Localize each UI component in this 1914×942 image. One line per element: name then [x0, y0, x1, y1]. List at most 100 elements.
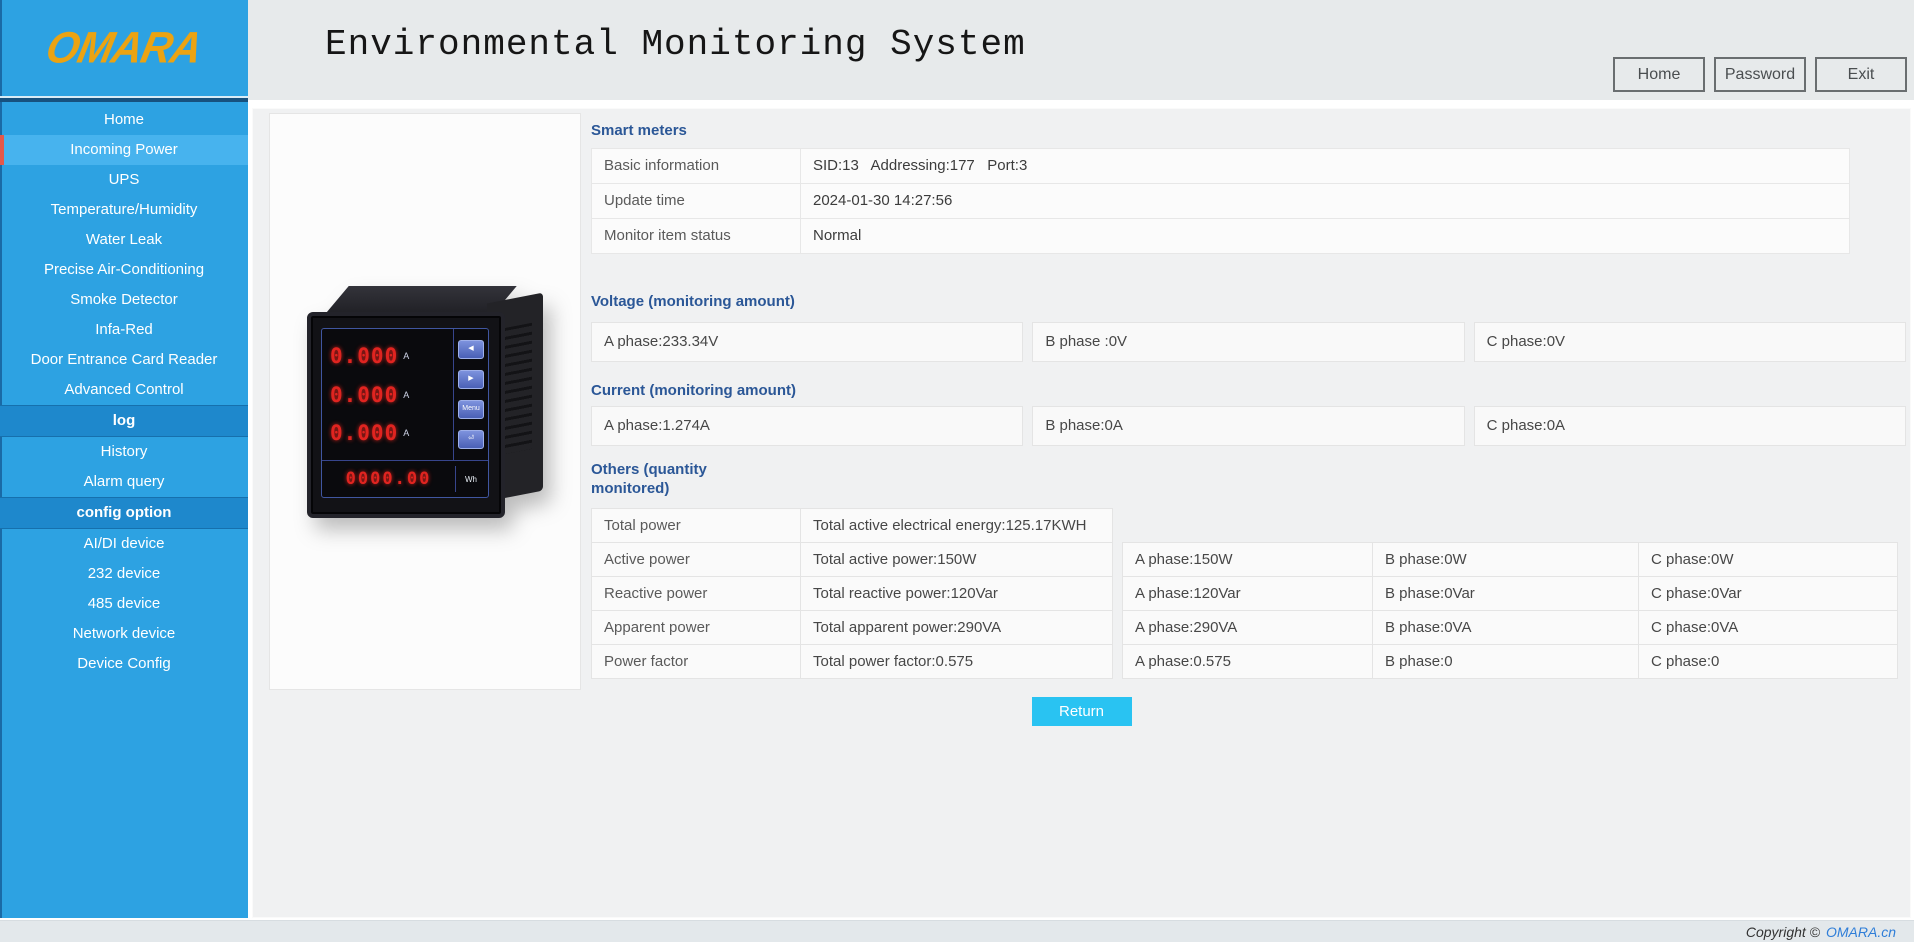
footer: Copyright © OMARA.cn — [0, 920, 1914, 942]
exit-button[interactable]: Exit — [1815, 57, 1907, 92]
others-cell: B phase:0Var — [1372, 576, 1639, 611]
sidebar-item-temperature-humidity[interactable]: Temperature/Humidity — [0, 195, 248, 225]
section-title-voltage: Voltage (monitoring amount) — [591, 293, 795, 310]
sidebar-item-485-device[interactable]: 485 device — [0, 589, 248, 619]
sidebar-item-history[interactable]: History — [0, 437, 248, 467]
table-row: Total power Total active electrical energ… — [591, 508, 1906, 543]
row-label: Monitor item status — [591, 218, 801, 254]
table-row: Monitor item status Normal — [591, 218, 1851, 254]
others-cell: Reactive power — [591, 576, 801, 611]
meter-button-column: ◀ ▶ Menu ⏎ — [453, 329, 488, 460]
others-cell: Total power factor:0.575 — [800, 644, 1113, 679]
table-row: Active power Total active power:150W A pha… — [591, 542, 1906, 577]
return-button[interactable]: Return — [1031, 697, 1132, 726]
amp-unit-label: A — [403, 350, 410, 361]
others-cell: B phase:0 — [1372, 644, 1639, 679]
others-table: Total power Total active electrical energ… — [591, 508, 1906, 679]
omara-site-link[interactable]: OMARA.cn — [1826, 924, 1896, 940]
home-button[interactable]: Home — [1613, 57, 1705, 92]
sidebar-item-ups[interactable]: UPS — [0, 165, 248, 195]
smart-meter-photo: 0.000 A 0.000 A 0.000 A ◀ ▶ Menu ⏎ 0000.00 Wh — [301, 282, 549, 522]
phase-cell: B phase :0V — [1032, 322, 1465, 362]
phase-cell: A phase:1.274A — [591, 406, 1024, 446]
smart-meters-table: Basic information SID:13 Addressing:177 P… — [591, 148, 1851, 254]
sidebar-item-network-device[interactable]: Network device — [0, 619, 248, 649]
others-cell: Total reactive power:120Var — [800, 576, 1113, 611]
copyright-text: Copyright © — [1745, 923, 1820, 940]
meter-wh-label: Wh — [455, 466, 486, 492]
row-label: Basic information — [591, 148, 801, 184]
table-row: Update time 2024-01-30 14:27:56 — [591, 183, 1851, 219]
meter-nav-button-icon: ▶ — [458, 370, 484, 389]
sidebar-item-incoming-power[interactable]: Incoming Power — [0, 135, 248, 165]
cell-spacer — [1113, 542, 1122, 577]
sidebar-item-infa-red[interactable]: Infa-Red — [0, 315, 248, 345]
sidebar-item-config-option[interactable]: config option — [0, 497, 248, 529]
phase-cell: C phase:0V — [1473, 322, 1906, 362]
others-cell: A phase:120Var — [1122, 576, 1373, 611]
others-cell: Total apparent power:290VA — [800, 610, 1113, 645]
sidebar-item-ai-di-device[interactable]: AI/DI device — [0, 529, 248, 559]
seven-segment-digits: 0.000 — [330, 382, 399, 407]
omara-logo: OMARA — [42, 22, 207, 73]
sidebar-item-232-device[interactable]: 232 device — [0, 559, 248, 589]
meter-display: 0.000 A 0.000 A 0.000 A ◀ ▶ Menu ⏎ 0000.00 Wh — [321, 328, 489, 498]
voltage-row: A phase:233.34V B phase :0V C phase:0V — [591, 322, 1906, 362]
phase-cell: A phase:233.34V — [591, 322, 1024, 362]
cell-spacer — [1113, 576, 1122, 611]
sidebar-item-water-leak[interactable]: Water Leak — [0, 225, 248, 255]
cell-spacer — [1113, 644, 1122, 679]
cell-spacer — [1113, 610, 1122, 645]
others-cell: Apparent power — [591, 610, 801, 645]
others-cell: C phase:0 — [1638, 644, 1898, 679]
meter-display-main: 0.000 A 0.000 A 0.000 A ◀ ▶ Menu ⏎ — [322, 329, 488, 460]
others-cell: C phase:0VA — [1638, 610, 1898, 645]
meter-digit-row: 0.000 A — [330, 421, 453, 445]
logo-area: OMARA — [0, 0, 248, 96]
table-row: Basic information SID:13 Addressing:177 P… — [591, 148, 1851, 184]
row-label: Update time — [591, 183, 801, 219]
table-row: Reactive power Total reactive power:120Va… — [591, 576, 1906, 611]
meter-digit-row: 0.000 A — [330, 344, 453, 368]
amp-unit-label: A — [403, 389, 410, 400]
return-button-wrapper: Return — [253, 697, 1910, 726]
others-cell: Total active electrical energy:125.17KWH — [800, 508, 1113, 543]
meter-nav-button-icon: ⏎ — [458, 430, 484, 449]
others-cell: Total power — [591, 508, 801, 543]
others-cell: Total active power:150W — [800, 542, 1113, 577]
section-title-others: Others (quantity monitored) — [591, 461, 707, 497]
table-row: Apparent power Total apparent power:290VA… — [591, 610, 1906, 645]
seven-segment-digits: 0.000 — [330, 421, 399, 446]
others-cell: Power factor — [591, 644, 801, 679]
content-area: Environmental Monitoring System Home Pas… — [248, 0, 1914, 920]
password-button[interactable]: Password — [1714, 57, 1806, 92]
tables-column: Smart meters Basic information SID:13 Add… — [591, 109, 1906, 679]
sidebar-item-advanced-control[interactable]: Advanced Control — [0, 375, 248, 405]
meter-digit-row: 0.000 A — [330, 383, 453, 407]
sidebar-item-precise-air-conditioning[interactable]: Precise Air-Conditioning — [0, 255, 248, 285]
others-cell: C phase:0Var — [1638, 576, 1898, 611]
meter-nav-button-icon: ◀ — [458, 340, 484, 359]
seven-segment-digits: 0.000 — [330, 343, 399, 368]
device-image-panel: 0.000 A 0.000 A 0.000 A ◀ ▶ Menu ⏎ 0000.00 Wh — [269, 113, 581, 690]
row-value: Normal — [800, 218, 1850, 254]
main-panel: 0.000 A 0.000 A 0.000 A ◀ ▶ Menu ⏎ 0000.00 Wh Sm… — [252, 108, 1911, 918]
phase-cell: B phase:0A — [1032, 406, 1465, 446]
sidebar: OMARA Home Incoming Power UPS Temperature/H… — [0, 0, 248, 918]
section-title-current: Current (monitoring amount) — [591, 382, 796, 399]
sidebar-item-door-entrance-card-reader[interactable]: Door Entrance Card Reader — [0, 345, 248, 375]
others-cell: B phase:0VA — [1372, 610, 1639, 645]
others-cell: A phase:290VA — [1122, 610, 1373, 645]
meter-front-face: 0.000 A 0.000 A 0.000 A ◀ ▶ Menu ⏎ 0000.00 Wh — [307, 312, 505, 518]
others-cell: B phase:0W — [1372, 542, 1639, 577]
page-title: Environmental Monitoring System — [325, 24, 1026, 65]
sidebar-item-home[interactable]: Home — [0, 105, 248, 135]
sidebar-item-alarm-query[interactable]: Alarm query — [0, 467, 248, 497]
others-cell: A phase:150W — [1122, 542, 1373, 577]
sidebar-item-smoke-detector[interactable]: Smoke Detector — [0, 285, 248, 315]
sidebar-item-log[interactable]: log — [0, 405, 248, 437]
top-header-bar: Environmental Monitoring System Home Pas… — [248, 0, 1914, 100]
others-cell: C phase:0W — [1638, 542, 1898, 577]
sidebar-item-device-config[interactable]: Device Config — [0, 649, 248, 679]
header-buttons: Home Password Exit — [1613, 57, 1907, 92]
